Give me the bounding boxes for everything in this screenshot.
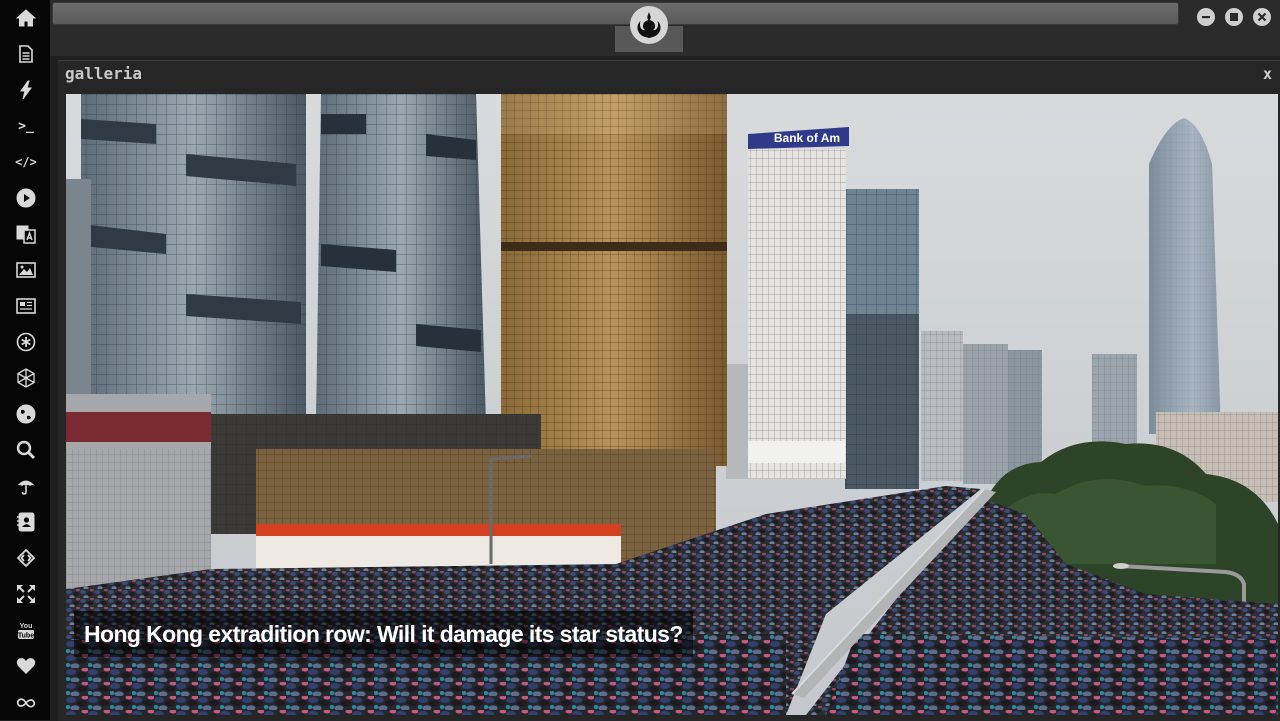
home-icon [16,9,36,27]
umbrella-icon [17,480,35,495]
sidebar-newspaper-icon[interactable] [13,293,39,319]
sidebar-play-icon[interactable] [13,185,39,211]
hexagon-icon [17,368,35,388]
window-title: galleria [65,64,143,83]
window-close-button[interactable]: x [1263,65,1272,83]
sidebar-document-icon[interactable] [13,41,39,67]
expand-icon [17,585,35,603]
sidebar-lightning-icon[interactable] [13,77,39,103]
sidebar-asterisk-icon[interactable] [13,329,39,355]
sidebar: >_ </> You Tube [0,0,50,720]
sidebar-code-icon[interactable]: </> [13,149,39,175]
terminal-icon: >_ [18,118,34,134]
sidebar-terminal-icon[interactable]: >_ [13,113,39,139]
sidebar-youtube-icon[interactable]: You Tube [13,617,39,643]
sidebar-translate-icon[interactable] [13,221,39,247]
heart-icon [16,658,36,674]
newspaper-icon [16,298,36,314]
globe-icon [16,404,36,424]
sidebar-diamond-code-icon[interactable] [13,545,39,571]
sidebar-expand-icon[interactable] [13,581,39,607]
translate-icon [16,225,36,244]
svg-text:You: You [20,623,33,630]
caption-overlay: Hong Kong extradition row: Will it damag… [74,611,693,657]
sidebar-hexagon-icon[interactable] [13,365,39,391]
maximize-button[interactable] [1225,8,1243,26]
infinity-cloud-icon [16,698,36,708]
sidebar-contact-icon[interactable] [13,509,39,535]
rebel-alliance-icon[interactable] [630,6,668,44]
sidebar-heart-icon[interactable] [13,653,39,679]
sidebar-search-icon[interactable] [13,437,39,463]
sidebar-globe-icon[interactable] [13,401,39,427]
youtube-icon: You Tube [18,623,34,640]
gallery-photo[interactable]: Bank of Am Hong Kong extradition row: Wi… [66,94,1278,715]
lightning-icon [20,80,32,100]
sidebar-image-icon[interactable] [13,257,39,283]
sidebar-infinity-icon[interactable] [13,689,39,715]
image-icon [16,262,36,278]
diamond-code-icon [16,548,36,568]
play-icon [16,188,36,208]
gallery-window: galleria x Bank of Am Hong Kong extradit… [58,60,1280,721]
sidebar-home-icon[interactable] [13,5,39,31]
document-icon [19,45,33,63]
top-bar [50,0,1280,56]
minimize-button[interactable] [1197,8,1215,26]
photo-caption: Hong Kong extradition row: Will it damag… [84,620,683,647]
close-icon [1257,12,1267,22]
contact-icon [17,512,35,532]
minimize-icon [1202,16,1210,19]
close-button[interactable] [1253,8,1271,26]
code-icon: </> [15,155,37,169]
bank-sign-text: Bank of Am [774,131,840,145]
maximize-icon [1230,13,1238,21]
asterisk-circle-icon [16,332,36,352]
address-bar[interactable] [52,2,1179,25]
svg-text:Tube: Tube [18,633,34,640]
sidebar-umbrella-icon[interactable] [13,473,39,499]
search-icon [16,440,36,460]
